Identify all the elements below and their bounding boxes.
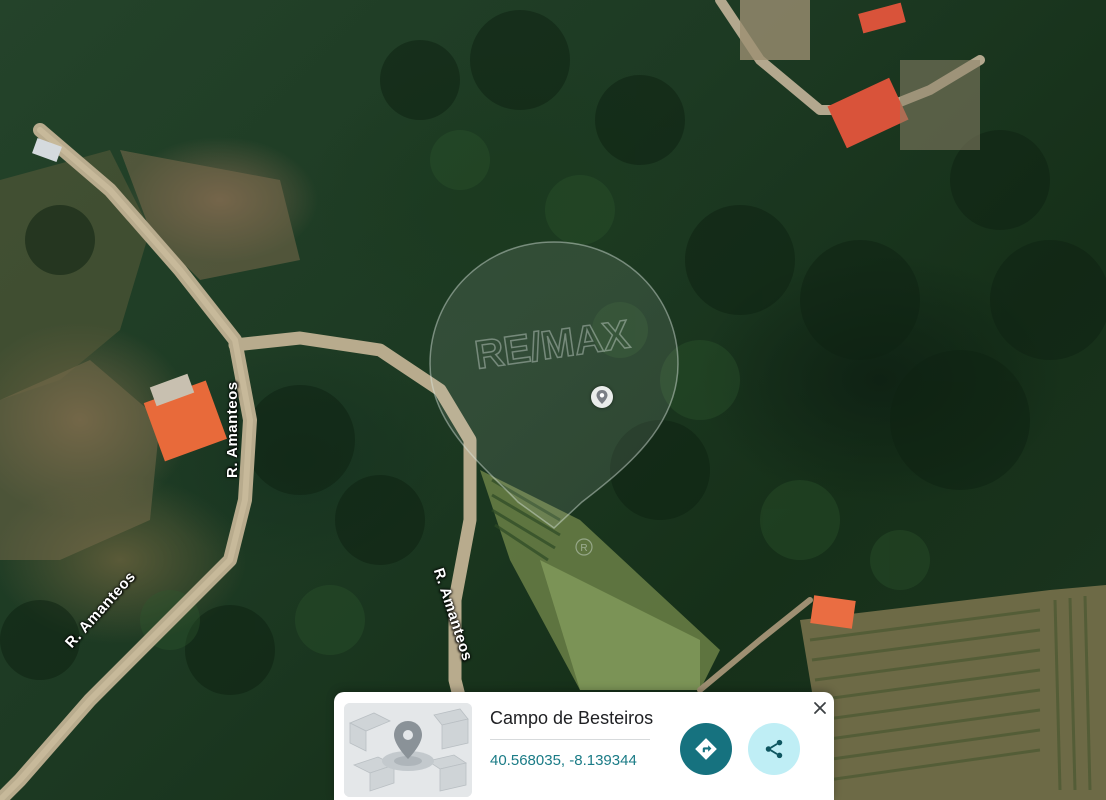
place-thumbnail[interactable] [344,703,472,797]
close-button[interactable] [808,696,832,720]
share-button[interactable] [748,723,800,775]
place-info-card: Campo de Besteiros 40.568035, -8.139344 [334,692,834,800]
directions-icon [695,738,717,760]
registered-watermark-icon: R [575,538,593,556]
location-marker-icon[interactable] [591,386,613,408]
place-coordinates[interactable]: 40.568035, -8.139344 [490,752,637,769]
place-title: Campo de Besteiros [490,708,654,728]
map-pin-3d-icon [344,703,472,797]
satellite-map[interactable]: R. Amanteos R. Amanteos R. Amanteos RE/M… [0,0,1106,800]
remax-pin-watermark: RE/MAX [429,241,679,529]
close-icon [814,702,826,714]
svg-text:R: R [580,543,587,554]
share-icon [765,739,783,759]
directions-button[interactable] [680,723,732,775]
card-divider [490,739,650,740]
road-label-amanteos-vertical: R. Amanteos [224,381,241,478]
